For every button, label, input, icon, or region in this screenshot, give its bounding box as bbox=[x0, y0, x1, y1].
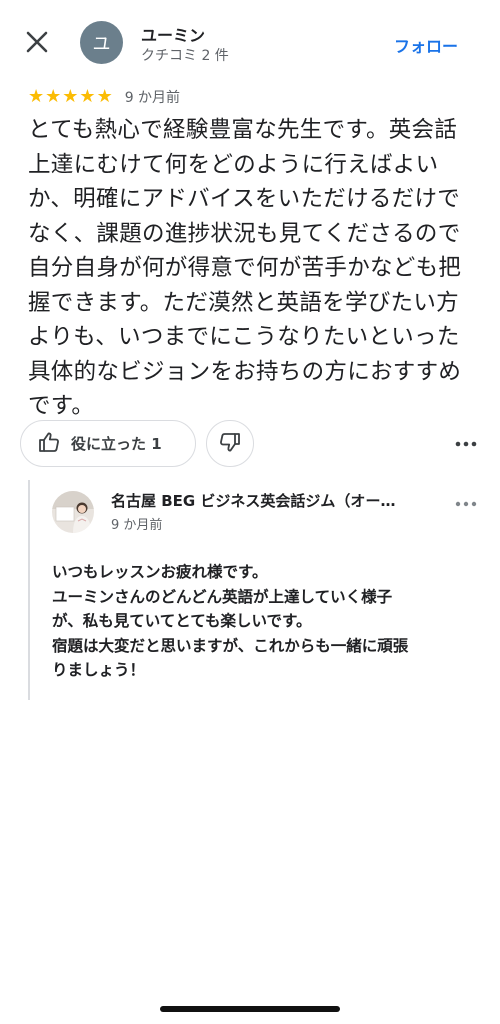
thumbs-up-icon bbox=[37, 430, 61, 458]
star-icon: ★ bbox=[96, 86, 113, 107]
review-header: ユ ユーミン クチコミ 2 件 フォロー bbox=[0, 0, 500, 86]
owner-response-line: りましょう！ bbox=[52, 661, 146, 679]
helpful-label: 役に立った 1 bbox=[71, 435, 162, 453]
reviewer-name[interactable]: ユーミン bbox=[141, 22, 205, 46]
review-actions: 役に立った 1 bbox=[20, 420, 480, 468]
follow-button[interactable]: フォロー bbox=[394, 33, 458, 57]
thumbs-down-icon bbox=[218, 430, 242, 458]
star-rating: ★ ★ ★ ★ ★ bbox=[28, 88, 113, 106]
star-icon: ★ bbox=[45, 86, 62, 107]
home-indicator[interactable] bbox=[160, 1006, 340, 1012]
star-icon: ★ bbox=[79, 86, 96, 107]
owner-response-line: が、私も見ていてとても楽しいです。 bbox=[52, 612, 312, 630]
avatar[interactable]: ユ bbox=[80, 21, 123, 64]
owner-response-time: 9 か月前 bbox=[111, 518, 163, 533]
avatar-letter: ユ bbox=[92, 33, 111, 55]
close-icon[interactable] bbox=[24, 29, 50, 55]
not-helpful-button[interactable] bbox=[206, 420, 254, 467]
owner-response-line: いつもレッスンお疲れ様です。 bbox=[52, 563, 268, 581]
owner-name[interactable]: 名古屋 BEG ビジネス英会話ジム（オー… bbox=[111, 490, 446, 511]
star-icon: ★ bbox=[28, 86, 45, 107]
owner-response-line: 宿題は大変だと思いますが、これからも一緒に頑張 bbox=[52, 636, 409, 655]
more-options-icon[interactable] bbox=[454, 432, 478, 456]
review-time: 9 か月前 bbox=[124, 90, 181, 106]
owner-response: 名古屋 BEG ビジネス英会話ジム（オー… 9 か月前 いつもレッスンお疲れ様で… bbox=[28, 480, 478, 700]
review-text: とても熱心で経験豊富な先生です。英会話上達にむけて何をどのように行えばよいか、明… bbox=[28, 117, 462, 419]
helpful-button[interactable]: 役に立った 1 bbox=[20, 420, 196, 467]
star-icon: ★ bbox=[62, 86, 79, 107]
rating-row: ★ ★ ★ ★ ★ 9 か月前 bbox=[28, 87, 180, 107]
reviewer-review-count: クチコミ 2 件 bbox=[141, 48, 229, 64]
owner-response-line: ユーミンさんのどんどん英語が上達していく様子 bbox=[52, 587, 393, 606]
owner-more-options-icon[interactable] bbox=[454, 492, 478, 516]
owner-avatar[interactable] bbox=[52, 491, 94, 533]
owner-response-text: いつもレッスンお疲れ様です。 ユーミンさんのどんどん英語が上達していく様子 が、… bbox=[52, 560, 462, 683]
